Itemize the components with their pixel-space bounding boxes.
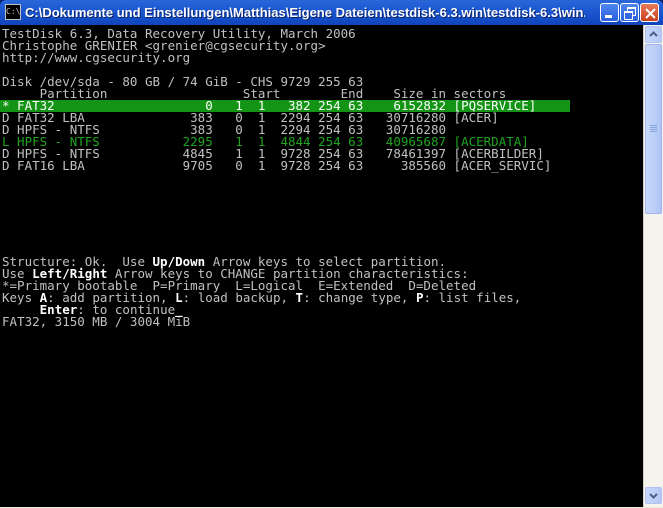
header-line-url: http://www.cgsecurity.org <box>2 50 191 65</box>
selected-partition-status: FAT32, 3150 MB / 3004 MiB <box>2 314 191 329</box>
window-title: C:\Dokumente und Einstellungen\Matthias\… <box>25 5 585 20</box>
title-bar[interactable]: C:\ C:\Dokumente und Einstellungen\Matth… <box>0 0 663 25</box>
key-t: T <box>295 290 304 305</box>
close-icon <box>645 8 656 19</box>
scroll-thumb[interactable] <box>645 44 662 214</box>
arrow-up-icon <box>649 31 658 37</box>
console-app-icon[interactable]: C:\ <box>5 4 21 20</box>
arrow-down-icon <box>649 493 658 499</box>
minimize-icon <box>605 15 612 18</box>
restore-button[interactable] <box>620 3 639 22</box>
scroll-down-button[interactable] <box>645 487 662 504</box>
scroll-up-button[interactable] <box>645 26 662 43</box>
close-button[interactable] <box>640 3 659 22</box>
console-window: C:\ C:\Dokumente und Einstellungen\Matth… <box>0 0 663 507</box>
partition-row[interactable]: D FAT16 LBA 9705 0 1 9728 254 63 385560 … <box>2 159 551 172</box>
minimize-button[interactable] <box>600 3 619 22</box>
console-output[interactable]: TestDisk 6.3, Data Recovery Utility, Mar… <box>0 25 643 507</box>
vertical-scrollbar[interactable] <box>643 25 663 507</box>
